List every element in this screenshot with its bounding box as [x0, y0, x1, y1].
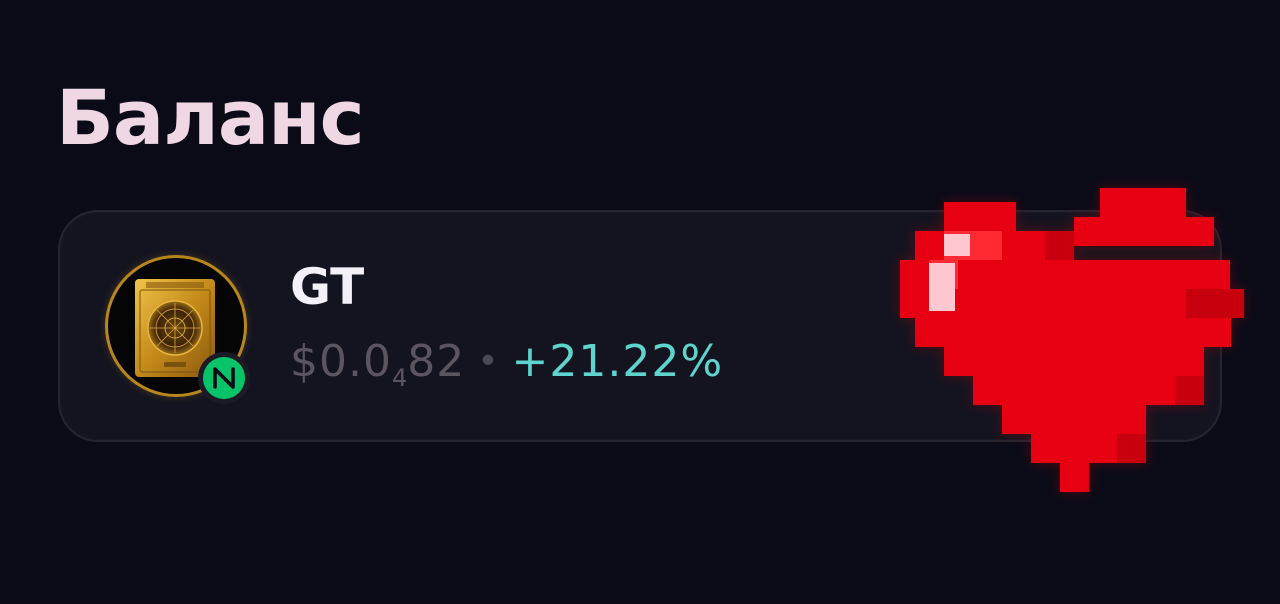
price-suffix: 82	[407, 336, 466, 387]
token-symbol: GT	[290, 258, 365, 316]
separator-dot: •	[477, 341, 500, 382]
near-network-icon	[213, 367, 235, 389]
token-price: $0.0482	[290, 336, 466, 391]
price-zero-count: 4	[391, 364, 408, 392]
price-prefix: $0.0	[290, 336, 392, 387]
page-title: Баланс	[56, 73, 365, 162]
pixel-heart-icon	[900, 188, 1244, 492]
token-price-row: $0.0482 • +21.22%	[290, 340, 723, 391]
price-change: +21.22%	[511, 336, 724, 387]
network-badge	[198, 352, 250, 404]
